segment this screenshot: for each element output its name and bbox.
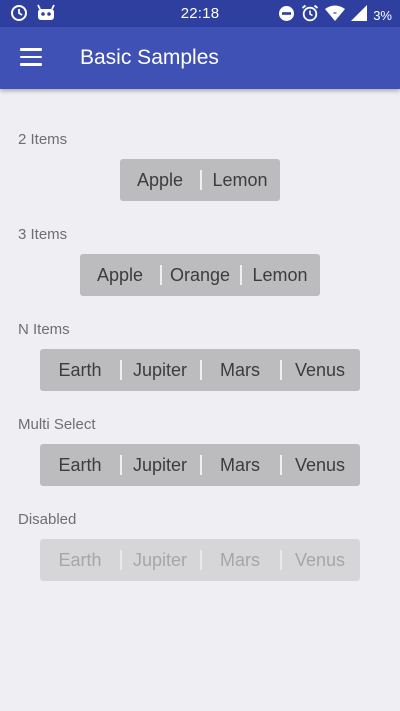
segment-venus[interactable]: Venus (280, 444, 360, 486)
segment-venus: Venus (280, 539, 360, 581)
segment-mars[interactable]: Mars (200, 444, 280, 486)
section-label-n-items: N Items (18, 321, 70, 338)
segment-earth[interactable]: Earth (40, 444, 120, 486)
do-not-disturb-icon (278, 5, 295, 27)
segmented-control-disabled: Earth Jupiter Mars Venus (40, 539, 360, 581)
cellular-signal-icon (351, 5, 368, 26)
segment-lemon[interactable]: Lemon (200, 159, 280, 201)
hamburger-menu-icon[interactable] (20, 48, 42, 66)
status-right-icons: 3% (278, 4, 392, 27)
segment-lemon[interactable]: Lemon (240, 254, 320, 296)
status-bar: 22:18 3% (0, 0, 400, 27)
page-title: Basic Samples (80, 46, 219, 69)
segment-earth: Earth (58, 549, 102, 570)
segmented-control-2-items: Apple Lemon (120, 159, 280, 201)
segment-jupiter[interactable]: Jupiter (120, 349, 200, 391)
segment-orange[interactable]: Orange (160, 254, 240, 296)
segment-venus[interactable]: Venus (280, 349, 360, 391)
segment-mars: Mars (200, 539, 280, 581)
alarm-icon (301, 4, 319, 27)
section-label-disabled: Disabled (18, 511, 77, 528)
wifi-icon (325, 5, 346, 26)
segmented-control-n-items: Earth Jupiter Mars Venus (40, 349, 360, 391)
segment-apple[interactable]: Apple (120, 159, 200, 201)
segmented-control-multi-select: Earth Jupiter Mars Venus (40, 444, 360, 486)
battery-percentage: 3% (373, 8, 392, 23)
section-label-2-items: 2 Items (18, 131, 68, 148)
section-label-3-items: 3 Items (18, 226, 68, 243)
app-bar: Basic Samples (0, 27, 400, 89)
segment-jupiter: Jupiter (120, 539, 200, 581)
segment-earth[interactable]: Earth (40, 349, 120, 391)
segment-apple[interactable]: Apple (80, 254, 160, 296)
segmented-control-3-items: Apple Orange Lemon (80, 254, 320, 296)
segment-mars[interactable]: Mars (200, 349, 280, 391)
section-label-multi-select: Multi Select (18, 416, 96, 433)
segment-jupiter[interactable]: Jupiter (120, 444, 200, 486)
